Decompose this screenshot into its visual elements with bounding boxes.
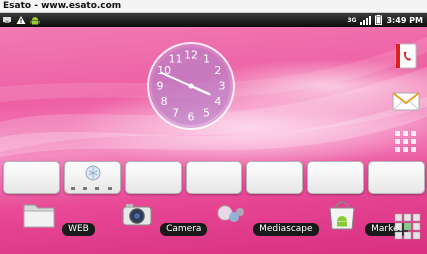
battery-icon: [375, 15, 383, 25]
app-mediascape[interactable]: Mediascape: [212, 199, 319, 236]
clock-numeral: 1: [203, 53, 210, 66]
dock-slot[interactable]: [124, 161, 182, 194]
folder-icon: [23, 204, 55, 228]
status-bar[interactable]: 3G 3:49 PM: [0, 13, 427, 27]
clock-numeral: 4: [214, 95, 221, 108]
dock-slot[interactable]: [307, 161, 365, 194]
network-type: 3G: [347, 16, 357, 24]
dock-slot[interactable]: [63, 161, 121, 194]
dock-slot[interactable]: [3, 161, 60, 194]
app-drawer-grid-icon[interactable]: [393, 212, 421, 242]
dock-slot[interactable]: [368, 161, 425, 194]
warning-icon: [16, 16, 26, 24]
clock-numeral: 9: [157, 80, 164, 93]
clock-numeral: 7: [172, 106, 179, 119]
mediascape-icon: [217, 205, 244, 222]
clock-numeral: 3: [219, 80, 226, 93]
phone-book-icon[interactable]: [392, 42, 420, 70]
messaging-envelope-icon[interactable]: [392, 87, 420, 115]
app-label: Camera: [160, 223, 208, 236]
market-bag-icon: [329, 201, 355, 230]
app-camera[interactable]: Camera: [119, 199, 208, 236]
notification-icon: [3, 17, 11, 23]
camera-icon: [122, 204, 152, 226]
window-title: Esato - www.esato.com: [0, 0, 427, 13]
clock-numeral: 12: [184, 49, 198, 62]
android-debug-icon: [30, 16, 40, 24]
clock-numeral: 8: [161, 95, 168, 108]
status-time: 3:49 PM: [386, 15, 423, 25]
dock-slot[interactable]: [246, 161, 304, 194]
app-label: Mediascape: [253, 223, 319, 236]
app-grid-icon[interactable]: [392, 128, 420, 156]
app-web[interactable]: WEB: [21, 199, 95, 236]
dock-slot[interactable]: [185, 161, 243, 194]
shortcut-dock: [3, 161, 425, 197]
clock-numeral: 2: [214, 64, 221, 77]
home-screen[interactable]: 12 1 2 3 4 5 6 7 8 9 10 11 WEB Camera Me…: [0, 27, 427, 254]
analog-clock-widget[interactable]: 12 1234567891011: [146, 41, 236, 131]
clock-numeral: 5: [203, 106, 210, 119]
clock-numeral: 11: [169, 53, 183, 66]
clock-numeral: 6: [188, 111, 195, 124]
weather-widget-icon: [70, 165, 112, 190]
signal-icon: [360, 15, 372, 25]
app-label: WEB: [62, 223, 95, 236]
